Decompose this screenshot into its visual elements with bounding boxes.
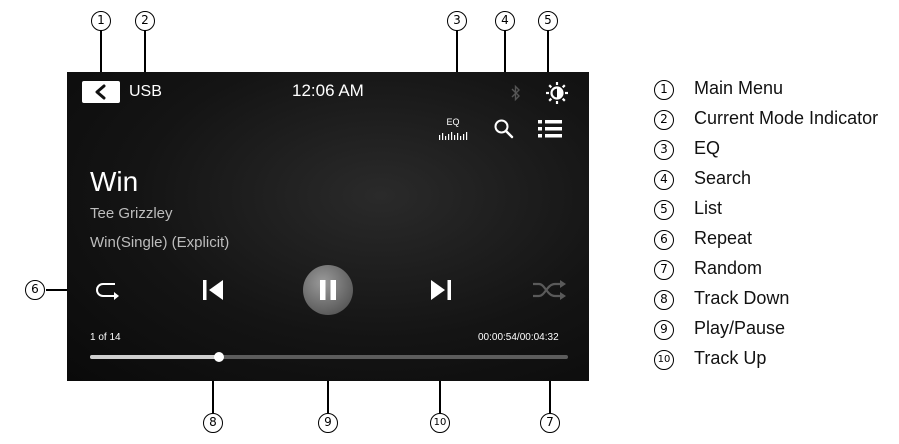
- legend-number: 10: [654, 350, 674, 370]
- track-counter: 1 of 14: [90, 332, 121, 343]
- legend-number: 7: [654, 260, 674, 280]
- legend-number: 1: [654, 80, 674, 100]
- legend-number: 8: [654, 290, 674, 310]
- clock: 12:06 AM: [292, 81, 364, 100]
- main-menu-button[interactable]: [82, 81, 120, 103]
- artist-name: Tee Grizzley: [90, 205, 173, 222]
- legend-label: Search: [694, 168, 752, 188]
- callout-6: 6: [25, 280, 45, 300]
- track-down-icon[interactable]: [200, 277, 226, 303]
- callout-3: 3: [447, 11, 467, 31]
- brightness-icon[interactable]: [545, 81, 569, 105]
- legend-label: Current Mode Indicator: [694, 108, 879, 128]
- repeat-icon[interactable]: [93, 280, 123, 300]
- progress-fill: [90, 355, 220, 359]
- callout-10: 10: [430, 413, 450, 433]
- progress-handle[interactable]: [214, 352, 225, 362]
- legend-label: Play/Pause: [694, 318, 786, 338]
- callout-8: 8: [203, 413, 223, 433]
- callout-1: 1: [91, 11, 111, 31]
- pause-icon: [320, 280, 336, 300]
- equalizer-bars-icon: [439, 132, 468, 140]
- callout-7: 7: [540, 413, 560, 433]
- eq-label: EQ: [446, 117, 460, 127]
- legend-number: 9: [654, 320, 674, 340]
- callout-2: 2: [135, 11, 155, 31]
- legend-number: 4: [654, 170, 674, 190]
- time-readout: 00:00:54/00:04:32: [478, 332, 559, 343]
- legend-label: Main Menu: [694, 78, 784, 98]
- random-icon[interactable]: [531, 279, 567, 301]
- back-arrow-icon: [95, 84, 106, 100]
- legend-label: Track Down: [694, 288, 790, 308]
- legend-label: Random: [694, 258, 763, 278]
- track-title: Win: [90, 166, 139, 197]
- legend-number: 5: [654, 200, 674, 220]
- callout-5: 5: [538, 11, 558, 31]
- eq-button[interactable]: EQ: [437, 117, 469, 140]
- legend-number: 3: [654, 140, 674, 160]
- legend-number: 2: [654, 110, 674, 130]
- current-mode-indicator: USB: [129, 83, 162, 100]
- album-name: Win(Single) (Explicit): [90, 234, 230, 251]
- callout-4: 4: [495, 11, 515, 31]
- legend-label: List: [694, 198, 723, 218]
- track-up-icon[interactable]: [428, 277, 454, 303]
- callout-9: 9: [318, 413, 338, 433]
- play-pause-button[interactable]: [303, 265, 353, 315]
- legend-label: Repeat: [694, 228, 753, 248]
- legend-label: Track Up: [694, 348, 767, 368]
- bluetooth-icon: [511, 84, 520, 102]
- legend-label: EQ: [694, 138, 721, 158]
- progress-track[interactable]: [90, 352, 568, 362]
- search-icon[interactable]: [492, 117, 516, 141]
- legend-number: 6: [654, 230, 674, 250]
- list-icon[interactable]: [537, 118, 563, 140]
